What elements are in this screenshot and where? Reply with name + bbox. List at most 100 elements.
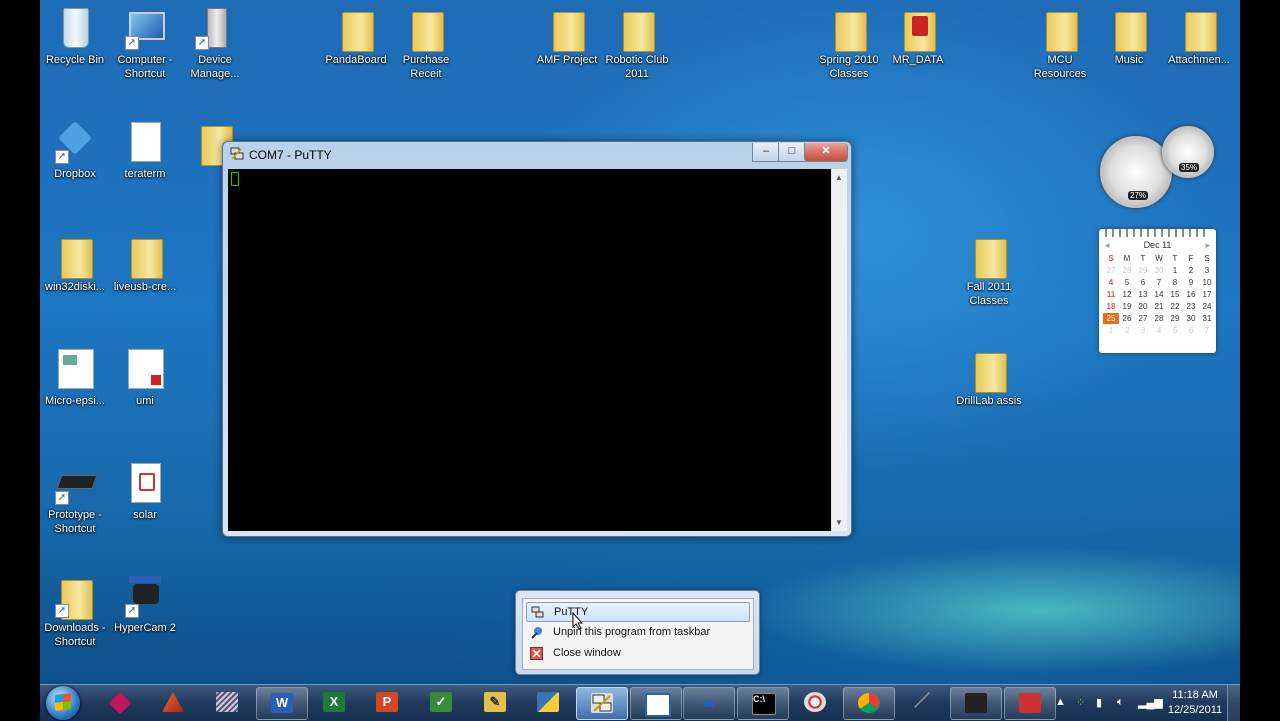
jump-list-item-putty[interactable]: PuTTY — [526, 602, 750, 622]
calendar-day[interactable]: 4 — [1103, 277, 1119, 288]
taskbar-pen[interactable]: ／ — [897, 687, 947, 718]
taskbar-paint[interactable] — [790, 687, 840, 718]
calendar-day[interactable]: 13 — [1135, 289, 1151, 300]
calendar-day[interactable]: 27 — [1103, 265, 1119, 276]
calendar-day[interactable]: 30 — [1183, 313, 1199, 324]
calendar-day[interactable]: 24 — [1199, 301, 1215, 312]
power-icon[interactable]: ▮ — [1096, 696, 1102, 709]
calendar-day[interactable]: 2 — [1119, 325, 1135, 336]
calendar-gadget[interactable]: ◂ Dec 11 ▸ S M T W T F S 27 28 29 30 1 2 3 4 5 6 7 8 9 10 11 1… — [1099, 229, 1216, 353]
cpu-meter-gadget[interactable]: 27% 35% — [1098, 126, 1218, 212]
taskbar-word[interactable]: W — [256, 687, 308, 720]
volume-icon[interactable]: 🔈︎ — [1117, 696, 1124, 709]
desktop-icon-drilllab[interactable]: DrillLab assis — [954, 343, 1024, 408]
taskbar-hypercam[interactable] — [950, 687, 1002, 720]
signal-icon[interactable]: ▂▄▆ — [1138, 696, 1163, 709]
next-month-icon[interactable]: ▸ — [1205, 240, 1210, 251]
desktop-icon-spring-2010[interactable]: Spring 2010 Classes — [814, 2, 884, 81]
desktop-icon-teraterm[interactable]: teraterm — [110, 116, 180, 181]
desktop-icon-purchase-receit[interactable]: Purchase Receit — [391, 2, 461, 81]
desktop-icon-attachments[interactable]: Attachmen... — [1164, 2, 1234, 67]
calendar-day[interactable]: 3 — [1199, 265, 1215, 276]
desktop-icon-amf-project[interactable]: AMF Project — [532, 2, 602, 67]
calendar-day[interactable]: 1 — [1103, 325, 1119, 336]
calendar-day[interactable]: 15 — [1167, 289, 1183, 300]
terminal-area[interactable] — [228, 169, 831, 531]
calendar-day[interactable]: 5 — [1119, 277, 1135, 288]
calendar-day[interactable]: 25 — [1103, 313, 1119, 324]
desktop-icon-win32diskimager[interactable]: win32diski... — [40, 229, 110, 294]
taskbar-window[interactable] — [630, 687, 682, 720]
calendar-day[interactable]: 17 — [1199, 289, 1215, 300]
putty-window[interactable]: COM7 - PuTTY – □ ✕ ▲ ▼ — [222, 141, 852, 537]
calendar-day[interactable]: 29 — [1167, 313, 1183, 324]
desktop-icon-prototype-shortcut[interactable]: ➚ Prototype - Shortcut — [40, 457, 110, 536]
taskbar-matlab[interactable] — [148, 687, 198, 718]
taskbar-project[interactable]: ✓ — [416, 687, 466, 718]
calendar-day[interactable]: 6 — [1183, 325, 1199, 336]
taskbar-excel[interactable]: X — [309, 687, 359, 718]
desktop-icon-robotic-club[interactable]: Robotic Club 2011 — [602, 2, 672, 81]
calendar-day[interactable]: 26 — [1119, 313, 1135, 324]
maximize-button[interactable]: □ — [778, 143, 806, 162]
jump-list-item-unpin[interactable]: Unpin this program from taskbar — [526, 623, 748, 641]
taskbar-powerpoint[interactable]: P — [362, 687, 412, 718]
desktop-icon-umi[interactable]: umi — [110, 343, 180, 408]
calendar-day[interactable]: 22 — [1167, 301, 1183, 312]
calendar-day[interactable]: 31 — [1199, 313, 1215, 324]
prev-month-icon[interactable]: ◂ — [1105, 240, 1110, 251]
calendar-day[interactable]: 29 — [1135, 265, 1151, 276]
desktop-icon-recycle-bin[interactable]: Recycle Bin — [40, 2, 110, 67]
show-hidden-icons-icon[interactable]: ▲ — [1055, 696, 1066, 708]
network-activity-icon[interactable]: ⁘ — [1076, 696, 1085, 709]
desktop-icon-liveusb-creator[interactable]: liveusb-cre... — [110, 229, 180, 294]
desktop-icon-solar[interactable]: solar — [110, 457, 180, 522]
show-desktop-button[interactable] — [1227, 685, 1240, 721]
calendar-day[interactable]: 6 — [1135, 277, 1151, 288]
desktop-icon-hypercam[interactable]: ➚ HyperCam 2 — [110, 570, 180, 635]
calendar-day[interactable]: 2 — [1183, 265, 1199, 276]
scroll-up-icon[interactable]: ▲ — [835, 173, 843, 182]
calendar-day[interactable]: 7 — [1151, 277, 1167, 288]
calendar-day[interactable]: 20 — [1135, 301, 1151, 312]
calendar-day[interactable]: 12 — [1119, 289, 1135, 300]
taskbar-app-3[interactable] — [202, 687, 252, 718]
taskbar-cmd[interactable]: C:\ — [737, 687, 789, 720]
calendar-day[interactable]: 7 — [1199, 325, 1215, 336]
desktop-icon-device-manager[interactable]: ➚ Device Manage... — [180, 2, 250, 81]
calendar-day[interactable]: 8 — [1167, 277, 1183, 288]
calendar-day[interactable]: 11 — [1103, 289, 1119, 300]
calendar-day[interactable]: 4 — [1151, 325, 1167, 336]
calendar-day[interactable]: 19 — [1119, 301, 1135, 312]
jump-list-item-close-window[interactable]: Close window — [526, 644, 748, 662]
vertical-scrollbar[interactable]: ▲ ▼ — [831, 169, 847, 531]
calendar-day[interactable]: 16 — [1183, 289, 1199, 300]
desktop-icon-downloads-shortcut[interactable]: ➚ Downloads - Shortcut — [40, 570, 110, 649]
desktop-icon-pandaboard[interactable]: PandaBoard — [321, 2, 391, 67]
taskbar-app-1[interactable] — [95, 687, 145, 718]
desktop-icon-dropbox[interactable]: ➚ Dropbox — [40, 116, 110, 181]
calendar-day[interactable]: 18 — [1103, 301, 1119, 312]
start-button[interactable] — [46, 686, 80, 720]
calendar-day[interactable]: 14 — [1151, 289, 1167, 300]
calendar-day[interactable]: 21 — [1151, 301, 1167, 312]
taskbar-chrome[interactable] — [843, 687, 895, 720]
taskbar-putty[interactable] — [576, 687, 628, 720]
desktop-icon-computer-shortcut[interactable]: ➚ Computer - Shortcut — [110, 2, 180, 81]
taskbar-sketch[interactable]: ✎ — [470, 687, 520, 718]
calendar-day[interactable]: 1 — [1167, 265, 1183, 276]
calendar-day[interactable]: 28 — [1151, 313, 1167, 324]
desktop-icon-fall-2011[interactable]: Fall 2011 Classes — [954, 229, 1024, 308]
close-button[interactable]: ✕ — [804, 143, 848, 162]
calendar-day[interactable]: 27 — [1135, 313, 1151, 324]
taskbar-infinity[interactable]: ∞ — [683, 687, 735, 720]
minimize-button[interactable]: – — [752, 143, 780, 162]
desktop-icon-music[interactable]: Music — [1094, 2, 1164, 67]
desktop-icon-mr-data[interactable]: MR_DATA — [883, 2, 953, 67]
scroll-down-icon[interactable]: ▼ — [835, 518, 843, 527]
desktop-icon-micro-epsilon[interactable]: Micro-epsi... — [40, 343, 110, 408]
calendar-day[interactable]: 3 — [1135, 325, 1151, 336]
calendar-day[interactable]: 23 — [1183, 301, 1199, 312]
calendar-day[interactable]: 9 — [1183, 277, 1199, 288]
taskbar-python[interactable] — [523, 687, 573, 718]
